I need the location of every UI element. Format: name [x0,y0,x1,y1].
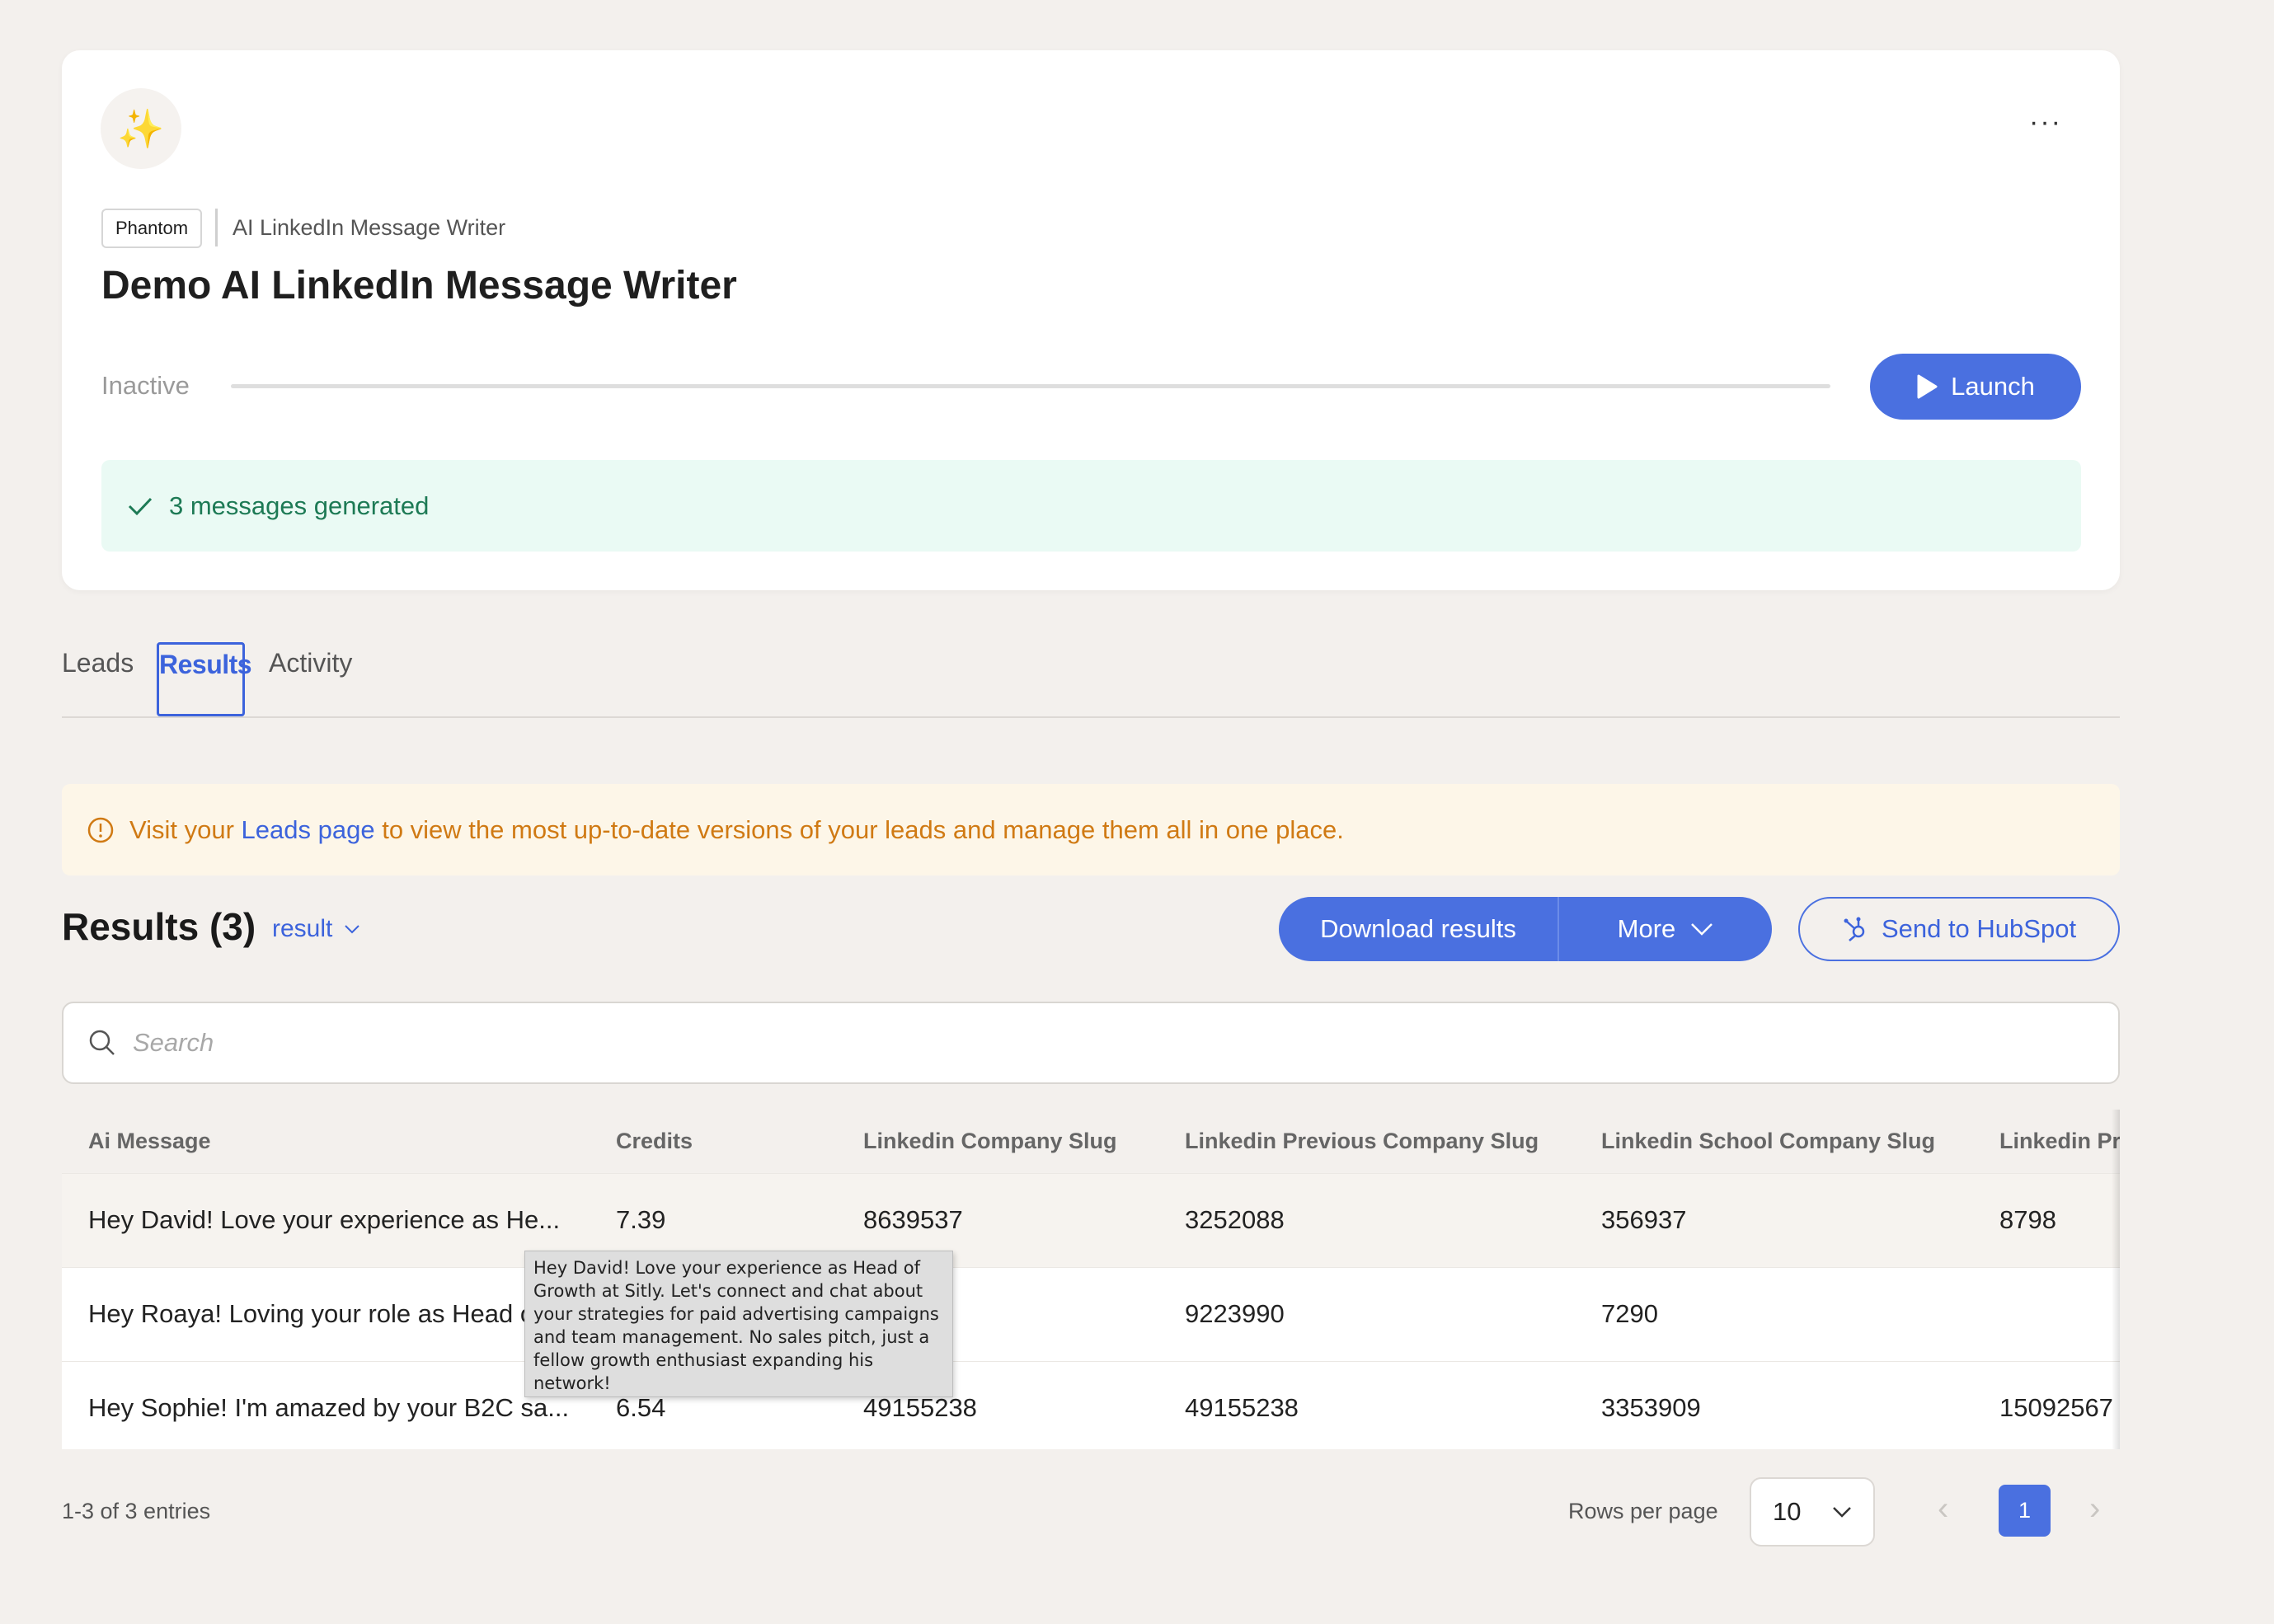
message-tooltip: Hey David! Love your experience as Head … [524,1251,953,1397]
leads-notice: Visit your Leads page to view the most u… [62,784,2120,875]
results-table: Ai Message Credits Linkedin Company Slug… [62,1110,2120,1449]
phantom-type: AI LinkedIn Message Writer [233,215,506,240]
ai-message-cell[interactable]: Hey David! Love your experience as He... [62,1173,590,1267]
info-icon [87,817,114,843]
previous-company-slug-cell: 9223990 [1185,1299,1285,1328]
column-header[interactable]: Linkedin Previous Company Slug [1158,1110,1575,1173]
tab-leads[interactable]: Leads [62,642,134,716]
launch-label: Launch [1951,372,2035,401]
column-header[interactable]: Linkedin School Company Slug [1575,1110,1973,1173]
more-button[interactable]: More [1559,897,1772,961]
table-header-row: Ai Message Credits Linkedin Company Slug… [62,1110,2120,1173]
more-options-icon[interactable]: ··· [2029,108,2062,136]
previous-company-slug-cell: 3252088 [1185,1205,1285,1234]
column-header[interactable]: Linkedin Pre [1973,1110,2120,1173]
school-company-slug-cell: 356937 [1601,1205,1687,1234]
previous-page-icon[interactable]: ‹ [1938,1490,1948,1528]
column-header[interactable]: Linkedin Company Slug [837,1110,1158,1173]
result-filter-label: result [272,915,333,942]
success-message: 3 messages generated [169,490,430,520]
progress-bar [231,384,1830,388]
page-number-button[interactable]: 1 [1999,1485,2051,1537]
table-row[interactable]: Hey Roaya! Loving your role as Head o 92… [62,1267,2120,1361]
check-icon [128,497,153,515]
search-icon [89,1030,115,1055]
notice-suffix: to view the most up-to-date versions of … [374,814,1344,844]
search-bar [62,1002,2120,1084]
rows-per-page-select[interactable]: 10 [1750,1477,1875,1547]
table-row[interactable]: Hey David! Love your experience as He...… [62,1173,2120,1267]
ai-message-cell[interactable]: Hey Roaya! Loving your role as Head o [62,1267,590,1361]
column-header[interactable]: Credits [590,1110,837,1173]
download-button-group: Download results More [1279,897,1772,961]
notice-prefix: Visit your [129,814,242,844]
column-header[interactable]: Ai Message [62,1110,590,1173]
status-label: Inactive [101,371,190,400]
send-to-hubspot-button[interactable]: Send to HubSpot [1798,897,2120,961]
chevron-down-icon [345,925,360,934]
launch-button[interactable]: Launch [1870,354,2081,420]
linkedin-pre-cell: 8798 [1999,1205,2056,1234]
rows-per-page-value: 10 [1773,1497,1802,1526]
tab-bar: Leads Results Activity [62,642,2120,718]
phantom-card: ✨ ··· Phantom AI LinkedIn Message Writer… [62,50,2120,590]
tab-activity[interactable]: Activity [269,642,352,716]
play-icon [1917,374,1938,399]
results-title: Results (3) [62,905,256,948]
ai-message-cell[interactable]: Hey Sophie! I'm amazed by your B2C sa... [62,1361,590,1449]
horizontal-scroll-shadow [2112,1110,2120,1449]
more-label: More [1617,914,1676,943]
download-results-button[interactable]: Download results [1279,897,1559,961]
chevron-down-icon [1691,923,1713,936]
result-filter-dropdown[interactable]: result [272,915,360,943]
phantom-tag: Phantom [101,209,203,248]
linkedin-pre-cell: 15092567 [1999,1393,2113,1423]
tab-results[interactable]: Results [157,642,252,716]
next-page-icon[interactable]: › [2089,1490,2100,1528]
notice-text: Visit your Leads page to view the most u… [129,815,1344,845]
entries-count: 1-3 of 3 entries [62,1499,211,1523]
leads-page-link[interactable]: Leads page [242,815,375,844]
hubspot-icon [1844,917,1865,941]
hubspot-label: Send to HubSpot [1881,914,2077,943]
chevron-down-icon [1833,1507,1851,1518]
search-input[interactable] [133,1028,2029,1058]
sparkles-icon: ✨ [101,88,181,169]
school-company-slug-cell: 7290 [1601,1299,1658,1328]
page-title: Demo AI LinkedIn Message Writer [101,264,737,307]
success-banner: 3 messages generated [101,460,2081,552]
school-company-slug-cell: 3353909 [1601,1393,1701,1423]
tag-divider [215,209,218,246]
table-row[interactable]: Hey Sophie! I'm amazed by your B2C sa...… [62,1361,2120,1449]
rows-per-page-label: Rows per page [1568,1499,1718,1523]
linkedin-pre-cell [1973,1267,2120,1361]
previous-company-slug-cell: 49155238 [1185,1393,1299,1423]
